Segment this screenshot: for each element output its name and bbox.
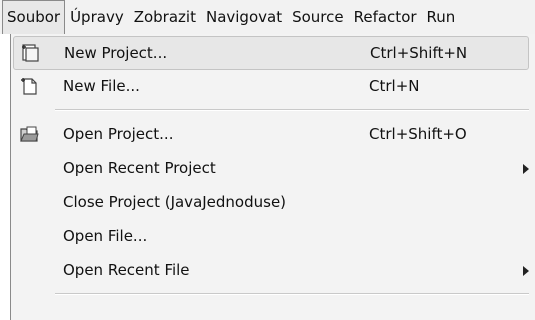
menu-separator <box>55 109 529 111</box>
menu-navigovat[interactable]: Navigovat <box>201 0 287 34</box>
menu-item-shortcut: Ctrl+Shift+O <box>369 125 467 143</box>
open-project-folder-icon <box>20 126 39 142</box>
menu-item-shortcut: Ctrl+N <box>369 77 420 95</box>
menu-item-label: Open Recent Project <box>63 159 216 177</box>
menu-item-label: New Project... <box>64 44 168 62</box>
menu-separator <box>55 293 529 295</box>
menu-refactor[interactable]: Refactor <box>349 0 422 34</box>
menu-upravy[interactable]: Úpravy <box>65 0 129 34</box>
menu-item-label: New File... <box>63 77 140 95</box>
menu-item-open-recent-file[interactable]: Open Recent File <box>13 254 529 288</box>
menu-item-open-file[interactable]: Open File... <box>13 220 529 254</box>
submenu-arrow-icon <box>523 164 529 174</box>
menu-item-new-project[interactable]: New Project... Ctrl+Shift+N <box>13 36 529 70</box>
menu-item-open-recent-project[interactable]: Open Recent Project <box>13 152 529 186</box>
menu-item-label: Close Project (JavaJednoduse) <box>63 193 287 211</box>
app-root: Soubor Úpravy Zobrazit Navigovat Source … <box>0 0 535 320</box>
menu-bar: Soubor Úpravy Zobrazit Navigovat Source … <box>0 0 535 34</box>
menu-item-open-project[interactable]: Open Project... Ctrl+Shift+O <box>13 118 529 152</box>
menu-item-label: Open File... <box>63 227 148 245</box>
menu-item-label: Open Recent File <box>63 261 190 279</box>
menu-item-label: Open Project... <box>63 125 174 143</box>
file-menu-dropdown: New Project... Ctrl+Shift+N New File... … <box>10 34 535 320</box>
new-project-icon <box>22 44 39 62</box>
menu-run[interactable]: Run <box>422 0 461 34</box>
new-file-icon <box>21 78 37 95</box>
menu-source[interactable]: Source <box>287 0 349 34</box>
menu-soubor[interactable]: Soubor <box>2 0 66 34</box>
menu-item-close-project[interactable]: Close Project (JavaJednoduse) <box>13 186 529 220</box>
submenu-arrow-icon <box>523 266 529 276</box>
menu-item-new-file[interactable]: New File... Ctrl+N <box>13 70 529 104</box>
menu-zobrazit[interactable]: Zobrazit <box>129 0 201 34</box>
menu-item-shortcut: Ctrl+Shift+N <box>370 44 468 62</box>
